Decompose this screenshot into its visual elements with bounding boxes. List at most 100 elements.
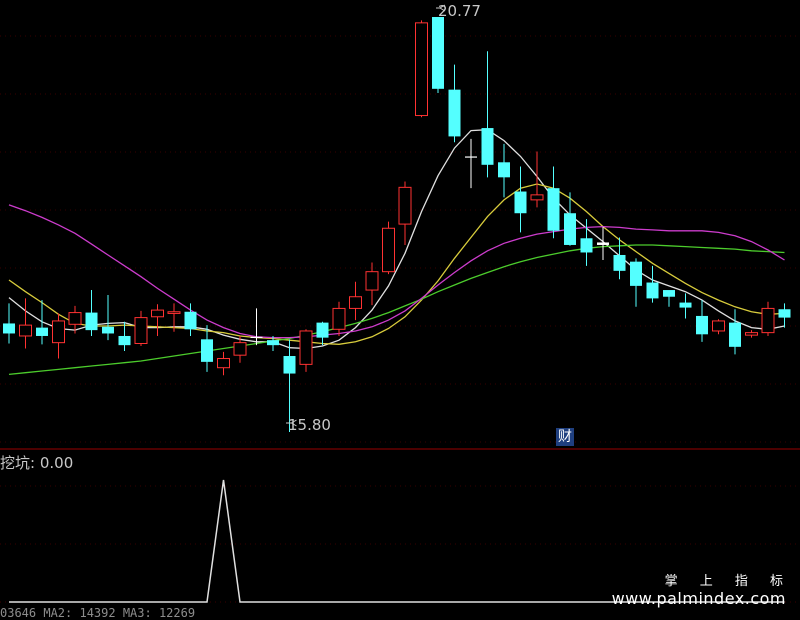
candle-body <box>217 358 230 369</box>
watermark-cn: 掌 上 指 标 <box>664 574 792 589</box>
candle <box>712 319 725 335</box>
candle-body <box>514 191 527 214</box>
candle <box>514 166 527 233</box>
candle-body <box>481 128 494 165</box>
candle-body <box>19 324 32 337</box>
indicator-label: 挖坑: 0.00 <box>0 452 73 473</box>
candle <box>778 303 791 328</box>
ma-line-4 <box>8 204 785 339</box>
candle <box>530 151 544 208</box>
candle <box>3 303 15 344</box>
candle <box>646 265 659 303</box>
candle-body <box>663 290 675 297</box>
candle <box>481 51 494 178</box>
ma-line-2 <box>8 183 785 345</box>
candle <box>184 303 197 336</box>
candle <box>547 166 560 239</box>
candle <box>729 309 741 355</box>
candle-body <box>184 311 197 330</box>
candle <box>382 221 395 275</box>
ma-line-3 <box>8 244 785 376</box>
candle-body <box>448 89 461 137</box>
candle <box>332 301 346 336</box>
candle <box>250 308 263 346</box>
candle-body <box>778 309 791 318</box>
candle <box>365 262 379 306</box>
watermark-url: www.palmindex.com <box>611 589 786 608</box>
candle-body <box>85 312 98 331</box>
formula-readout: 03646 MA2: 14392 MA3: 12269 <box>0 606 196 620</box>
candle-body <box>349 296 362 309</box>
candle-body <box>382 227 395 273</box>
candle <box>597 226 609 260</box>
candle <box>564 192 576 246</box>
candle <box>36 300 48 345</box>
candle-body <box>134 317 148 344</box>
candle-body <box>432 17 444 89</box>
candle-body <box>283 356 296 374</box>
candle-body <box>233 342 247 356</box>
candle-body <box>365 271 379 291</box>
candle-body <box>52 320 65 344</box>
candle <box>52 313 65 359</box>
candle <box>465 138 477 189</box>
candle-body <box>679 302 692 308</box>
candle-body <box>498 162 510 178</box>
candle <box>448 64 461 143</box>
candle <box>151 304 164 336</box>
candle-body <box>530 194 544 201</box>
candle-body <box>332 307 346 330</box>
candle-body <box>613 254 626 271</box>
candle-body <box>547 188 560 231</box>
candle-body <box>646 282 659 299</box>
candle <box>299 329 313 372</box>
candle <box>415 20 428 118</box>
candle <box>761 301 775 336</box>
candle <box>19 298 32 349</box>
candle <box>745 330 758 338</box>
candle-body <box>118 335 131 346</box>
candle <box>316 321 329 346</box>
candle-body <box>696 315 708 335</box>
candle <box>679 293 692 319</box>
candle <box>432 17 444 93</box>
candle-body <box>465 156 477 158</box>
candle-body <box>102 326 114 334</box>
candle <box>498 143 510 198</box>
candlestick-chart: 20.77 15.80 <box>0 2 800 450</box>
candle <box>696 300 708 342</box>
candle <box>85 290 98 336</box>
candle-body <box>316 322 329 338</box>
candle <box>663 290 675 307</box>
candle <box>630 258 642 307</box>
annotations: 20.77 15.80 <box>286 2 481 434</box>
candle-body <box>36 327 48 336</box>
candle-body <box>712 320 725 332</box>
indicator-title: 挖坑 <box>0 454 31 472</box>
indicator-separator: : <box>30 454 40 472</box>
candle-body <box>630 261 642 286</box>
candle-body <box>201 339 213 362</box>
finance-badge[interactable]: 财 <box>556 428 574 446</box>
candle-body <box>398 186 412 225</box>
candle <box>580 219 593 266</box>
candle-body <box>597 242 609 245</box>
candle-body <box>564 213 576 245</box>
candle-body <box>580 238 593 253</box>
candle-body <box>151 309 164 318</box>
candle <box>349 281 362 321</box>
candle-body <box>745 332 758 336</box>
candle-body <box>3 323 15 334</box>
candle <box>201 325 213 372</box>
candle-body <box>299 330 313 365</box>
candle-body <box>761 307 775 334</box>
candle-body <box>167 311 181 314</box>
candle-body <box>415 22 428 117</box>
candles <box>3 17 791 432</box>
candle-body <box>250 336 263 339</box>
candle <box>613 237 626 280</box>
candle <box>398 181 412 245</box>
candle-body <box>729 322 741 347</box>
candle <box>217 351 230 376</box>
candle <box>102 295 114 341</box>
